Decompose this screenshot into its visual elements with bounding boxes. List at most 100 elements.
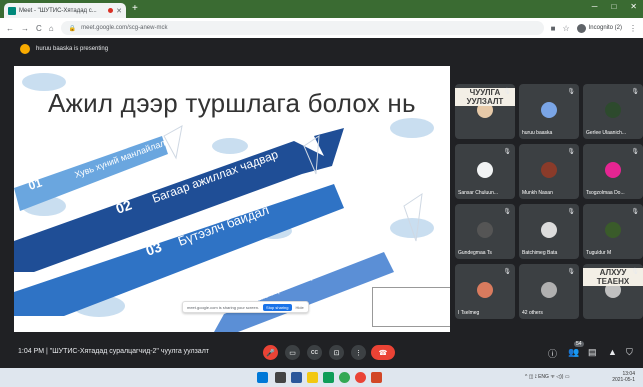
participant-name: Munkh Nasan (522, 190, 553, 196)
hide-button[interactable]: Hide (296, 305, 304, 310)
forward-icon[interactable]: → (21, 24, 29, 33)
participant-tile[interactable]: 🎙 huruu baaska (519, 84, 579, 139)
stop-sharing-button[interactable]: Stop sharing (263, 303, 292, 311)
participant-name: Tsogzolmaa Do... (586, 190, 625, 196)
chat-icon[interactable]: ▤ (588, 347, 597, 358)
meet-control-bar: 1:04 PM | "ШУТИС-Хятадад суралцагчид-2" … (0, 336, 643, 368)
participant-avatar (605, 102, 621, 118)
incognito-icon (576, 23, 586, 33)
participant-name: Gerlee Ulaanich... (586, 130, 627, 136)
mic-muted-icon[interactable]: 🎤 (263, 345, 278, 360)
more-options-icon[interactable]: ⋮ (351, 345, 366, 360)
participant-name: Sansar Chuluun... (458, 190, 499, 196)
mic-off-icon: 🎙 (503, 149, 511, 155)
camera-icon[interactable]: ■ (551, 24, 556, 33)
new-tab-icon[interactable]: + (132, 3, 138, 14)
mic-off-icon: 🎙 (631, 209, 639, 215)
file-explorer-icon[interactable] (307, 372, 318, 383)
info-icon[interactable]: ⓘ (548, 347, 557, 360)
participant-avatar (605, 162, 621, 178)
mic-off-icon: 🎙 (567, 149, 575, 155)
participant-tile[interactable]: 🎙 Munkh Nasan (519, 144, 579, 199)
profile-label: Incognito (2) (588, 25, 622, 31)
mic-off-icon: 🎙 (567, 209, 575, 215)
search-icon[interactable] (275, 372, 286, 383)
reload-icon[interactable]: C (36, 24, 42, 33)
participant-tile[interactable]: АЛХУУ ТЕАЕНХ 🎙 (583, 264, 643, 319)
participant-tile[interactable]: 🎙 42 others (519, 264, 579, 319)
participant-name: Tuguldur M (586, 250, 612, 256)
windows-taskbar: ^ ◫ ⟟ ENG ᯤ ◁)) ▭ 13:04 2021-05-1 (0, 368, 643, 387)
windows-start-icon[interactable] (257, 372, 268, 383)
end-call-button[interactable]: ☎ (371, 345, 395, 360)
browser-tab-bar: Meet - "ШУТИС-Хятадад с... ✕ + ─ □ ✕ (0, 0, 643, 18)
mic-off-icon: 🎙 (503, 269, 511, 275)
chrome-icon[interactable] (339, 372, 350, 383)
activities-icon[interactable]: ▲ (608, 347, 617, 357)
slide-title: Ажил дээр туршлага болох нь (48, 88, 416, 118)
participant-name: 42 others (522, 310, 543, 316)
participant-name: Batchimeg Bata (522, 250, 558, 256)
participant-avatar (541, 102, 557, 118)
powerpoint-icon[interactable] (371, 372, 382, 383)
mic-off-icon: 🎙 (567, 89, 575, 95)
tab-title: Meet - "ШУТИС-Хятадад с... (19, 7, 97, 14)
present-icon[interactable]: ⊡ (329, 345, 344, 360)
participant-name: Gundegmaa Ts (458, 250, 492, 256)
mic-off-icon: 🎙 (503, 89, 511, 95)
camera-toggle-icon[interactable]: ▭ (285, 345, 300, 360)
participant-avatar (541, 222, 557, 238)
screen-preview-window (372, 287, 450, 327)
mic-off-icon: 🎙 (631, 89, 639, 95)
participant-avatar (477, 222, 493, 238)
minimize-icon[interactable]: ─ (592, 2, 598, 11)
meet-favicon-icon (8, 6, 16, 15)
profile-button[interactable]: Incognito (2) (576, 23, 622, 33)
cloud (390, 118, 434, 138)
people-icon[interactable]: 👥 (568, 347, 579, 358)
participant-avatar (477, 162, 493, 178)
browser-tab[interactable]: Meet - "ШУТИС-Хятадад с... ✕ (4, 3, 126, 18)
clock[interactable]: 13:04 2021-05-1 (612, 371, 635, 383)
lock-icon: 🔒 (68, 25, 77, 32)
word-icon[interactable] (291, 372, 302, 383)
presentation-stage: 01 Хувь хүний манлайлал 02 Багаар ажилла… (14, 66, 450, 332)
mic-off-icon: 🎙 (631, 269, 639, 275)
participant-count-badge: 54 (574, 341, 584, 347)
home-icon[interactable]: ⌂ (49, 24, 54, 33)
captions-icon[interactable]: cc (307, 345, 322, 360)
mic-off-icon: 🎙 (631, 149, 639, 155)
participant-tile[interactable]: 🎙 I Tselmeg (455, 264, 515, 319)
meeting-info: 1:04 PM | "ШУТИС-Хятадад суралцагчид-2" … (18, 348, 209, 355)
participant-avatar (541, 162, 557, 178)
participant-tile[interactable]: 🎙 Sansar Chuluun... (455, 144, 515, 199)
recording-dot-icon (108, 8, 114, 13)
presenter-avatar (20, 44, 30, 54)
participant-tile[interactable]: 🎙 Gerlee Ulaanich... (583, 84, 643, 139)
system-tray-icons[interactable]: ^ ◫ ⟟ ENG ᯤ ◁)) ▭ (525, 374, 570, 380)
close-window-icon[interactable]: ✕ (630, 2, 637, 11)
mic-off-icon: 🎙 (503, 209, 511, 215)
presenting-banner: huruu baaska is presenting (0, 38, 643, 60)
screen: Meet - "ШУТИС-Хятадад с... ✕ + ─ □ ✕ ← →… (0, 0, 643, 387)
maximize-icon[interactable]: □ (611, 2, 616, 11)
sharing-notice: meet.google.com is sharing your screen. … (182, 301, 309, 313)
menu-icon[interactable]: ⋮ (629, 24, 637, 33)
participant-tile[interactable]: 🎙 Tuguldur M (583, 204, 643, 259)
edge-icon[interactable] (323, 372, 334, 383)
address-bar[interactable]: 🔒 meet.google.com/scg-anew-mck (60, 21, 544, 35)
star-icon[interactable]: ☆ (562, 24, 569, 33)
cloud (212, 138, 248, 154)
host-controls-icon[interactable]: ⛉ (626, 347, 633, 358)
presenting-text: huruu baaska is presenting (36, 46, 109, 52)
participant-tile[interactable]: 🎙 Batchimeg Bata (519, 204, 579, 259)
mic-off-icon: 🎙 (567, 269, 575, 275)
chrome-incognito-icon[interactable] (355, 372, 366, 383)
back-icon[interactable]: ← (6, 24, 14, 33)
close-tab-icon[interactable]: ✕ (116, 7, 122, 15)
participant-tile[interactable]: ЧУУЛГА УУЛЗАЛТ 🎙 (455, 84, 515, 139)
participant-name: I Tselmeg (458, 310, 480, 316)
participant-tile[interactable]: 🎙 Gundegmaa Ts (455, 204, 515, 259)
participant-avatar (541, 282, 557, 298)
participant-tile[interactable]: 🎙 Tsogzolmaa Do... (583, 144, 643, 199)
